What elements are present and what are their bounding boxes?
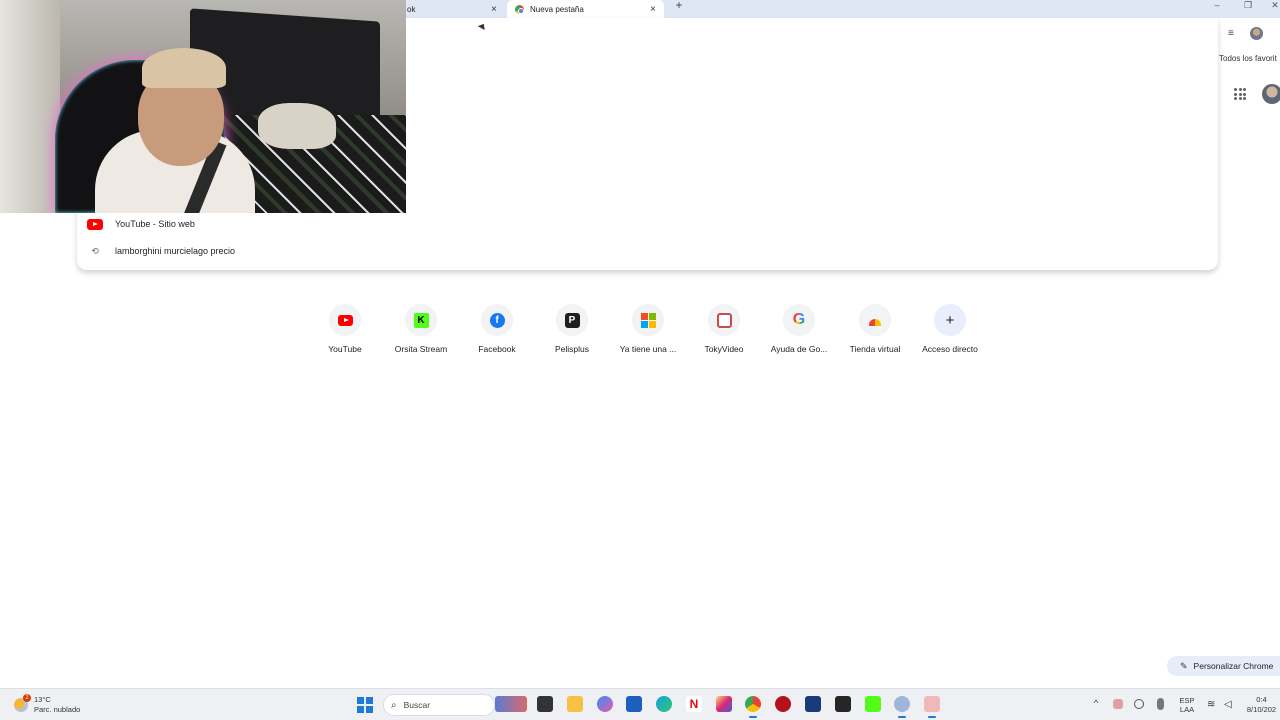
shortcut-label: Ya tiene una ... <box>619 344 677 354</box>
shortcut-label: Acceso directo <box>922 344 978 354</box>
toolbar-right: ≡ <box>1222 24 1280 44</box>
widgets-app-icon[interactable] <box>495 696 527 712</box>
app-dark-icon[interactable] <box>835 696 851 712</box>
shortcut-microsoft[interactable]: Ya tiene una ... <box>610 304 686 354</box>
shortcut-label: YouTube <box>328 344 362 354</box>
wifi-icon[interactable]: ≋ <box>1207 699 1219 710</box>
suggestion-youtube[interactable]: YouTube - Sitio web <box>87 213 687 235</box>
restore-button[interactable]: ❐ <box>1241 0 1255 11</box>
tab-title: ok <box>407 4 416 14</box>
app-browser-icon[interactable] <box>894 696 910 718</box>
profile-avatar[interactable] <box>1250 27 1263 40</box>
kick-icon: K <box>413 312 429 328</box>
microsoft-icon <box>640 312 656 328</box>
shortcut-label: TokyVideo <box>704 344 744 354</box>
shortcut-orsita-stream[interactable]: K Orsita Stream <box>383 304 459 354</box>
file-explorer-icon[interactable] <box>567 696 583 712</box>
screen: ok × Nueva pestaña × + – ❐ ✕ ≡ Todos los… <box>0 0 1280 720</box>
pelisplus-icon: P <box>564 312 580 328</box>
shortcut-store[interactable]: Tienda virtual <box>837 304 913 354</box>
shortcut-label: Orsita Stream <box>394 344 448 354</box>
weather-icon: 2 <box>14 694 31 712</box>
copilot-icon[interactable] <box>597 696 613 712</box>
youtube-icon <box>87 218 103 230</box>
search-icon: ⌕ <box>391 699 397 711</box>
suggestion-history[interactable]: ⟲ lamborghini murcielago precio <box>87 240 687 262</box>
customize-chrome-button[interactable]: ✎ Personalizar Chrome <box>1167 656 1280 676</box>
volume-icon[interactable]: ◁ <box>1224 699 1236 710</box>
shortcut-label: Tienda virtual <box>849 344 901 354</box>
app-red-circle-icon[interactable] <box>775 696 791 712</box>
suggestion-text: YouTube - Sitio web <box>115 219 195 229</box>
taskbar: 2 13°C Parc. nublado ⌕ Buscar N ^ ESP LA… <box>0 688 1280 720</box>
windows-start-icon[interactable] <box>357 697 373 713</box>
shortcut-google-help[interactable]: G Ayuda de Go... <box>761 304 837 354</box>
app-game-icon[interactable] <box>924 696 940 718</box>
app-shield-icon[interactable] <box>805 696 821 712</box>
tokyvideo-icon <box>716 312 732 328</box>
tray-app-icon[interactable] <box>1113 699 1123 709</box>
notification-badge: 2 <box>23 694 31 702</box>
weather-temp: 13°C <box>34 695 51 704</box>
youtube-icon <box>337 314 353 326</box>
shortcut-add[interactable]: + Acceso directo <box>912 304 988 354</box>
new-tab-button[interactable]: + <box>673 0 685 12</box>
task-view-icon[interactable] <box>537 696 553 712</box>
tab-new-tab[interactable]: Nueva pestaña × <box>507 0 664 18</box>
chrome-favicon-icon <box>515 5 524 14</box>
language-indicator[interactable]: ESP LAA <box>1178 689 1196 720</box>
netflix-icon[interactable]: N <box>686 696 702 712</box>
shortcut-label: Ayuda de Go... <box>770 344 828 354</box>
shortcut-label: Facebook <box>478 344 516 354</box>
shortcuts-grid: YouTube K Orsita Stream f Facebook P Pel… <box>307 304 997 364</box>
suggestion-text: lamborghini murcielago precio <box>115 246 236 256</box>
tab-close-icon[interactable]: × <box>650 4 656 15</box>
webcam-overlay <box>0 0 406 213</box>
shortcut-label: Pelisplus <box>554 344 590 354</box>
weather-condition: Parc. nublado <box>34 705 81 714</box>
shortcut-youtube[interactable]: YouTube <box>307 304 383 354</box>
reading-list-icon[interactable]: ≡ <box>1228 28 1234 39</box>
app-green-icon[interactable] <box>865 696 881 712</box>
taskbar-search[interactable]: ⌕ Buscar <box>383 694 495 716</box>
chevron-up-icon[interactable]: ^ <box>1091 698 1101 710</box>
google-icon: G <box>792 311 806 328</box>
microphone-icon[interactable] <box>1157 698 1164 710</box>
tab-title: Nueva pestaña <box>530 4 584 14</box>
weather-widget[interactable]: 2 13°C Parc. nublado <box>14 693 80 717</box>
shortcut-facebook[interactable]: f Facebook <box>459 304 535 354</box>
google-account-avatar[interactable] <box>1262 84 1280 104</box>
store-icon <box>869 318 881 326</box>
instagram-icon[interactable] <box>716 696 732 712</box>
microsoft-store-icon[interactable] <box>626 696 642 712</box>
tray-sync-icon[interactable] <box>1134 699 1144 709</box>
customize-label: Personalizar Chrome <box>1193 661 1274 671</box>
facebook-icon: f <box>489 312 505 328</box>
pencil-icon: ✎ <box>1180 660 1188 671</box>
shortcut-pelisplus[interactable]: P Pelisplus <box>534 304 610 354</box>
minimize-button[interactable]: – <box>1210 0 1224 11</box>
tab-previous[interactable]: ok × <box>406 0 506 18</box>
close-window-button[interactable]: ✕ <box>1268 0 1280 11</box>
edge-icon[interactable] <box>656 696 672 712</box>
search-label: Buscar <box>403 700 431 710</box>
clock[interactable]: 0:4 8/10/202 <box>1243 689 1280 720</box>
tab-close-icon[interactable]: × <box>491 4 497 15</box>
chrome-icon[interactable] <box>745 696 761 718</box>
shortcut-tokyvideo[interactable]: TokyVideo <box>686 304 762 354</box>
plus-icon: + <box>945 311 955 329</box>
google-apps-icon[interactable] <box>1234 88 1246 100</box>
history-icon: ⟲ <box>91 245 99 256</box>
all-bookmarks-button[interactable]: Todos los favorit <box>1219 54 1277 63</box>
